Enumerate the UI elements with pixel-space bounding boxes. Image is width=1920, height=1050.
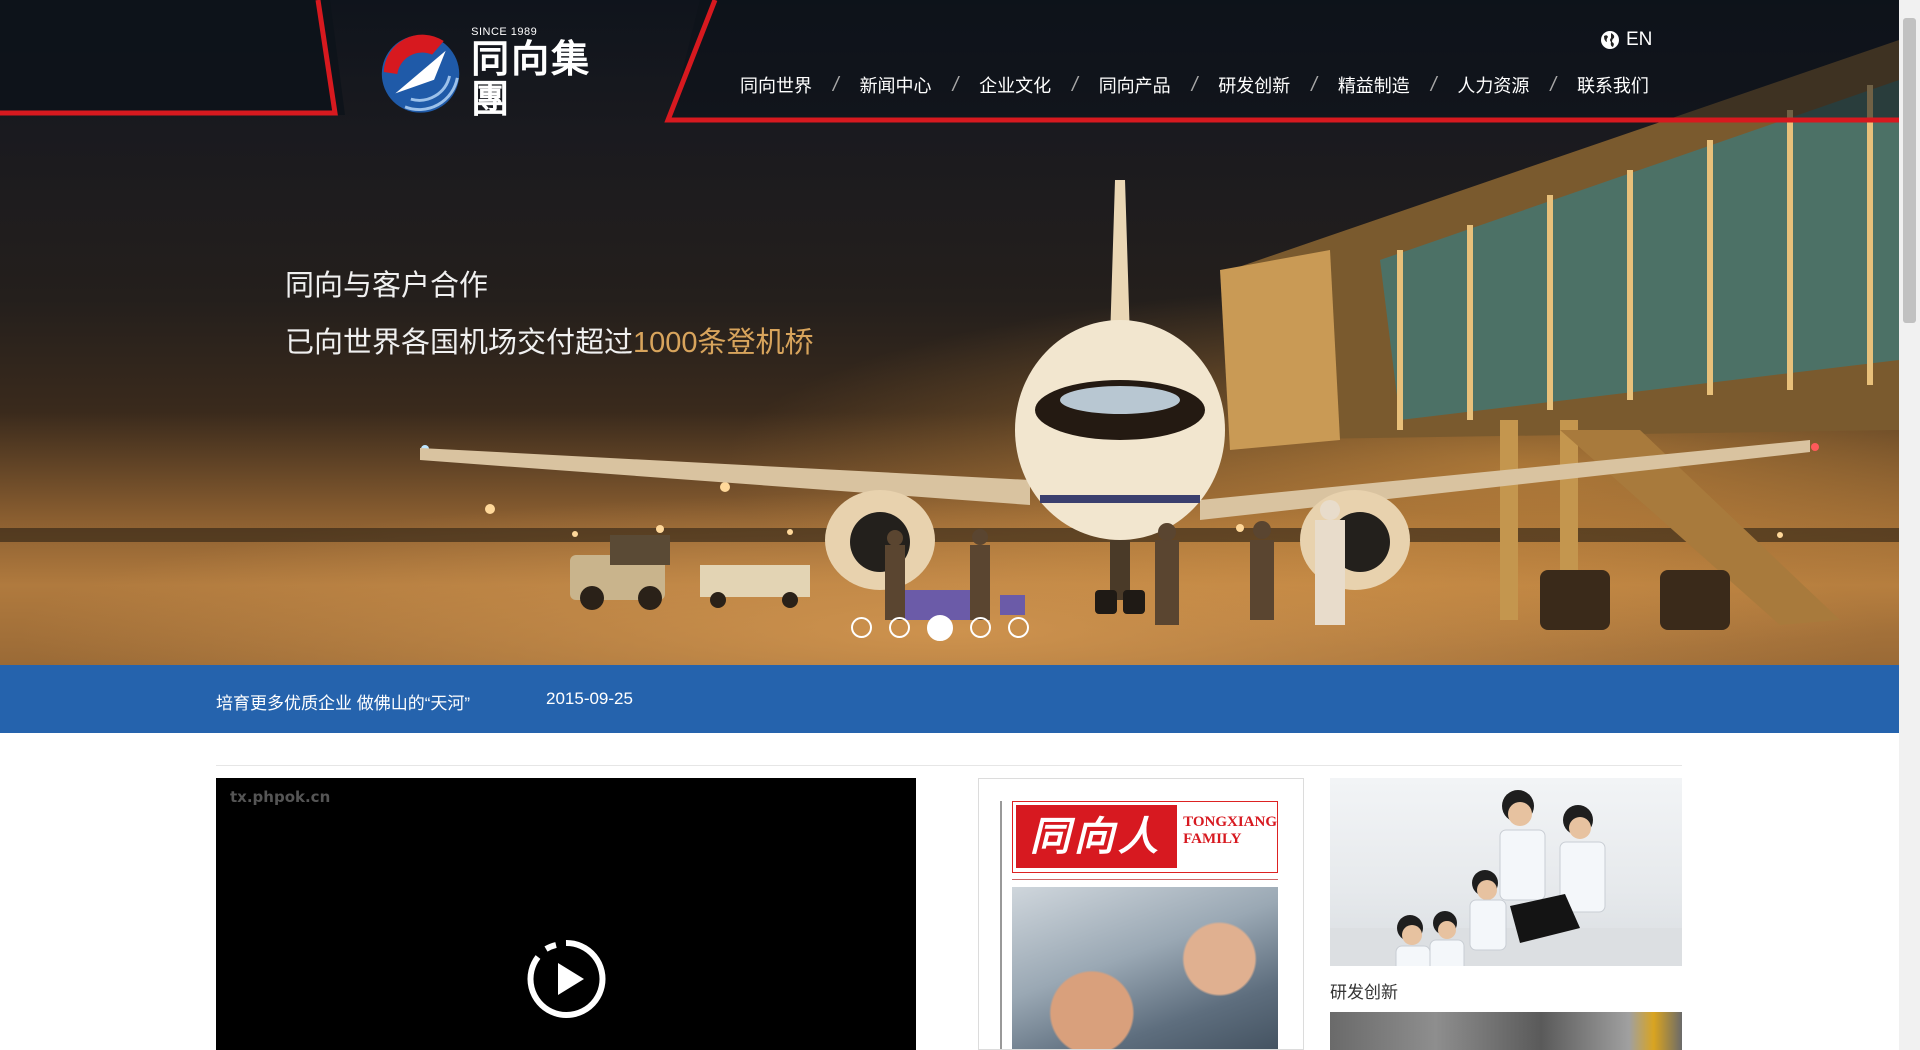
magazine-title-en-line1: TONGXIANG (1183, 814, 1277, 830)
nav-separator: / (1430, 73, 1437, 96)
section-divider (216, 765, 1682, 766)
slider-dot[interactable] (1008, 617, 1029, 638)
magazine-rule (1012, 879, 1278, 880)
magazine-cover-page: 同向人 TONGXIANG FAMILY (1000, 801, 1278, 1049)
logo-globe-icon (381, 34, 460, 113)
logo-since: SINCE 1989 (471, 26, 538, 38)
nav-item-contact[interactable]: 联系我们 (1577, 72, 1649, 98)
magazine-masthead: 同向人 TONGXIANG FAMILY (1012, 801, 1278, 873)
slider-dot[interactable] (889, 617, 910, 638)
nav-separator: / (1072, 73, 1078, 96)
nav-separator: / (1311, 73, 1317, 96)
rnd-thumbnail-label[interactable]: 研发创新 (1330, 978, 1398, 1003)
nav-separator: / (833, 73, 839, 96)
slider-dot[interactable] (851, 617, 872, 638)
language-switch[interactable]: EN (1600, 29, 1652, 51)
nav-item-rnd[interactable]: 研发创新 (1218, 72, 1290, 98)
magazine-cover[interactable]: 同向人 TONGXIANG FAMILY (978, 778, 1304, 1050)
hero-slogan-line1: 同向与客户合作 (285, 270, 489, 302)
manufacturing-thumbnail[interactable] (1330, 1012, 1682, 1050)
nav-item-culture[interactable]: 企业文化 (979, 72, 1051, 98)
main-nav: 同向世界 / 新闻中心 / 企业文化 / 同向产品 / 研发创新 / 精益制造 … (740, 72, 1649, 98)
scrollbar-thumb[interactable] (1903, 18, 1916, 323)
hero-slogan-line2: 已向世界各国机场交付超过1000条登机桥 (285, 315, 814, 372)
slider-dot-active[interactable] (927, 615, 953, 641)
globe-icon (1601, 31, 1619, 49)
language-label: EN (1626, 29, 1653, 50)
play-icon[interactable] (526, 939, 606, 1019)
nav-item-world[interactable]: 同向世界 (740, 72, 812, 98)
video-player[interactable]: tx.phpok.cn (216, 778, 916, 1050)
news-title-link[interactable]: 培育更多优质企业 做佛山的“天河” (216, 689, 470, 714)
magazine-cover-photo (1012, 887, 1278, 1049)
nav-item-products[interactable]: 同向产品 (1099, 72, 1171, 98)
nav-separator: / (1550, 73, 1556, 96)
hero-slogan-highlight: 1000条登机桥 (633, 327, 814, 359)
slider-dots (851, 615, 1029, 641)
nav-item-hr[interactable]: 人力资源 (1457, 72, 1529, 98)
nav-separator: / (952, 73, 959, 96)
logo[interactable]: SINCE 1989 同向集團 (376, 26, 626, 121)
nav-separator: / (1191, 73, 1198, 96)
magazine-title-cn: 同向人 (1016, 805, 1178, 868)
rnd-thumbnail[interactable] (1330, 778, 1682, 966)
magazine-title-en: TONGXIANG FAMILY (1177, 802, 1277, 872)
video-watermark: tx.phpok.cn (230, 788, 331, 806)
hero-slogan: 同向与客户合作 已向世界各国机场交付超过1000条登机桥 (285, 258, 814, 372)
page-scrollbar[interactable] (1899, 0, 1920, 1050)
logo-name: 同向集團 (471, 39, 592, 121)
nav-item-news[interactable]: 新闻中心 (860, 72, 932, 98)
rnd-thumbnail-image (1330, 790, 1682, 966)
magazine-title-en-line2: FAMILY (1183, 831, 1242, 847)
slider-dot[interactable] (970, 617, 991, 638)
news-ticker-bar: 培育更多优质企业 做佛山的“天河” 2015-09-25 (0, 665, 1899, 733)
site-header: SINCE 1989 同向集團 EN 同向世界 / 新闻中心 / 企业文化 / … (0, 0, 1899, 125)
hero-banner: SINCE 1989 同向集團 EN 同向世界 / 新闻中心 / 企业文化 / … (0, 0, 1899, 665)
nav-item-manufacturing[interactable]: 精益制造 (1338, 72, 1410, 98)
hero-slogan-line2-text: 已向世界各国机场交付超过 (285, 327, 634, 359)
news-date: 2015-09-25 (546, 689, 633, 708)
